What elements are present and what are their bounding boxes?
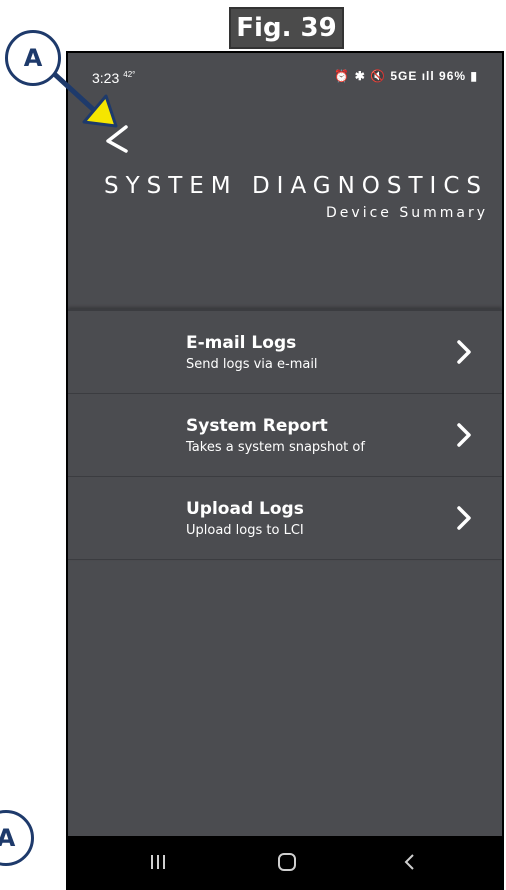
page-subtitle: Device Summary [326, 205, 488, 221]
android-nav-bar [68, 836, 502, 888]
menu-item-email-logs[interactable]: E-mail Logs Send logs via e-mail [68, 311, 502, 394]
callout-a-bottom: A [0, 810, 34, 866]
page-title: SYSTEM DIAGNOSTICS [103, 173, 488, 199]
recent-apps-icon[interactable] [146, 850, 170, 874]
menu-item-title: System Report [186, 416, 328, 436]
menu-item-subtitle: Takes a system snapshot of [186, 440, 365, 455]
home-icon[interactable] [275, 850, 299, 874]
chevron-right-icon [457, 423, 471, 447]
menu-item-subtitle: Send logs via e-mail [186, 357, 318, 372]
status-temp: 42° [123, 70, 136, 79]
menu-item-title: E-mail Logs [186, 333, 297, 353]
menu-item-title: Upload Logs [186, 499, 304, 519]
status-time: 3:23 42° [92, 70, 136, 86]
menu-item-system-report[interactable]: System Report Takes a system snapshot of [68, 394, 502, 477]
status-bar: 3:23 42° ⏰ ✱ 🔇 5GE ıll 96% ▮ [68, 53, 502, 93]
figure-label: Fig. 39 [229, 7, 344, 49]
back-arrow-icon[interactable] [104, 123, 132, 153]
chevron-right-icon [457, 340, 471, 364]
menu-item-subtitle: Upload logs to LCI [186, 523, 304, 538]
status-icons: ⏰ ✱ 🔇 5GE ıll 96% ▮ [334, 69, 478, 83]
callout-a-top: A [5, 30, 61, 86]
menu-item-upload-logs[interactable]: Upload Logs Upload logs to LCI [68, 477, 502, 560]
back-nav-icon[interactable] [398, 850, 422, 874]
chevron-right-icon [457, 506, 471, 530]
phone-screen: 3:23 42° ⏰ ✱ 🔇 5GE ıll 96% ▮ SYSTEM DIAGN… [66, 51, 504, 890]
diagnostics-menu: E-mail Logs Send logs via e-mail System … [68, 309, 502, 560]
